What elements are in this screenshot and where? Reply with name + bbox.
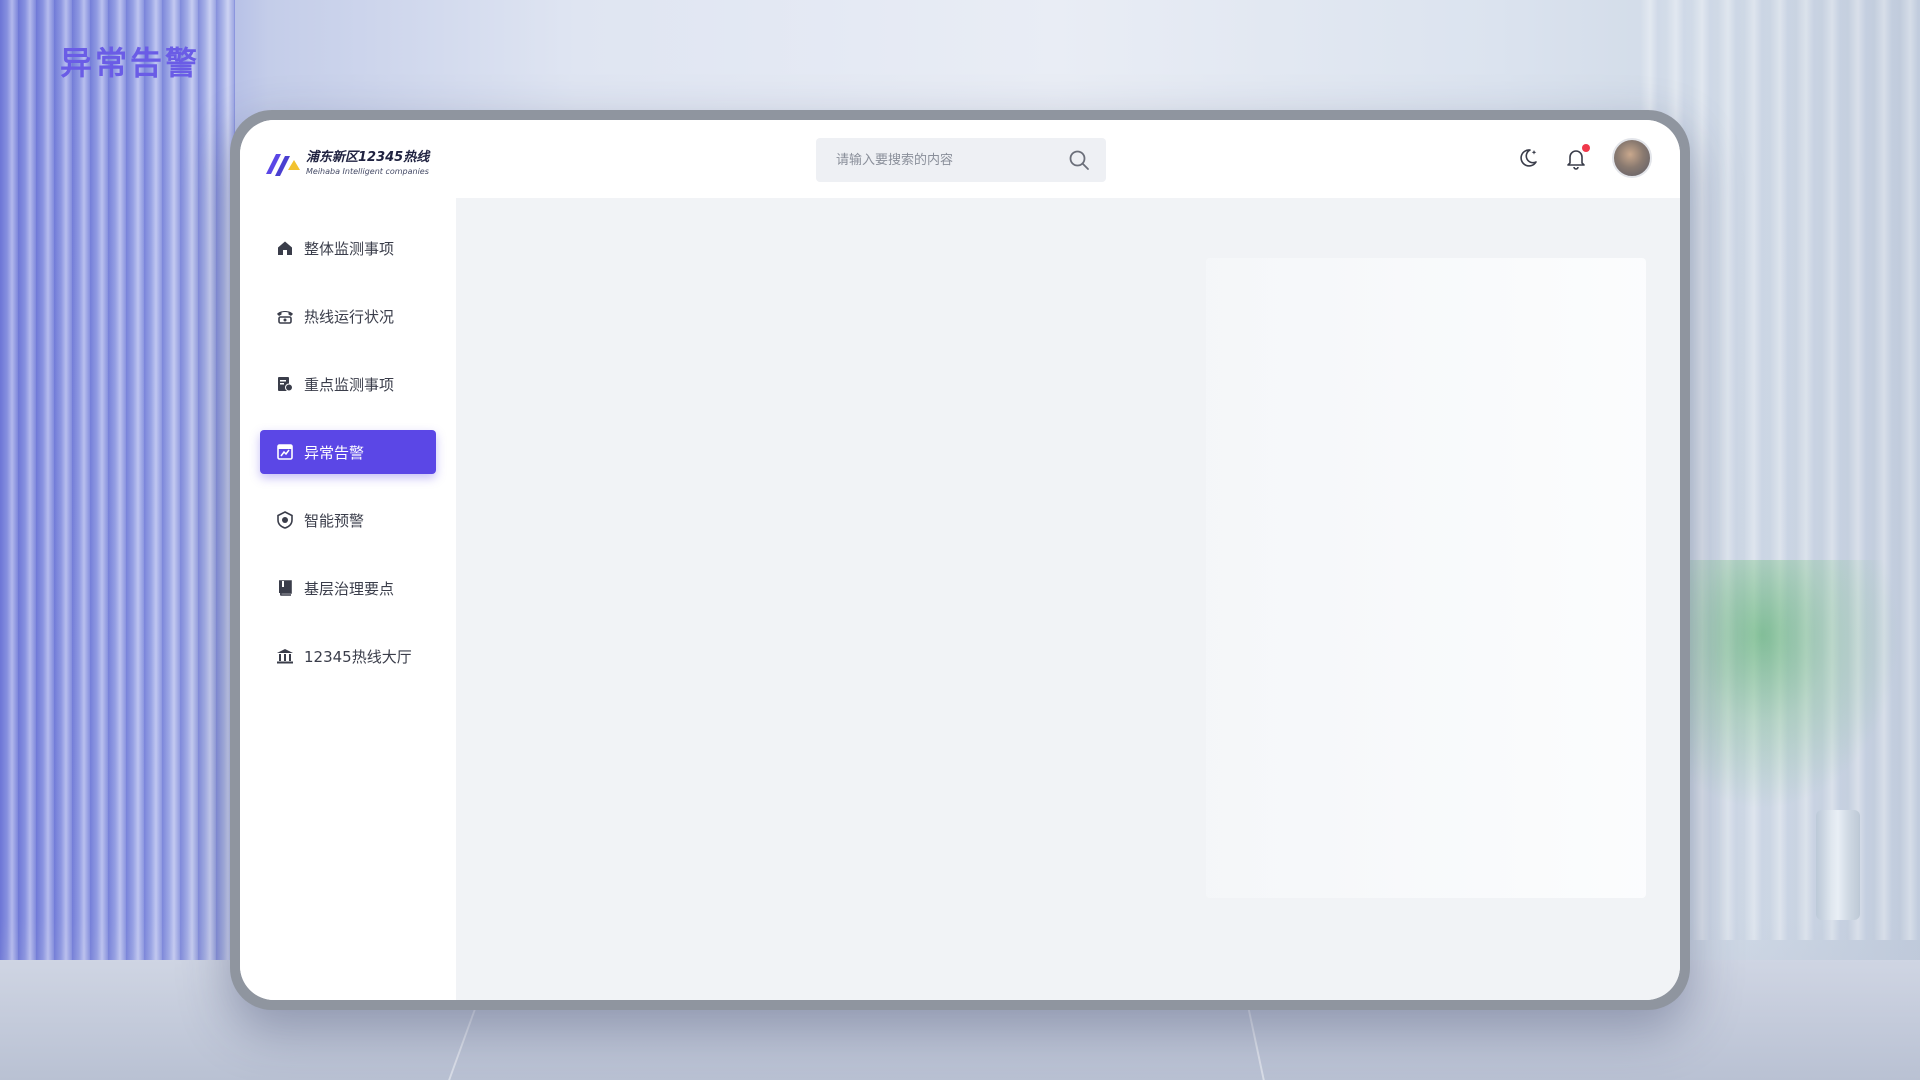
top-bar: 浦东新区12345热线 Meihaba Intelligent companie…	[240, 120, 1680, 198]
sidebar-item-overall-monitoring[interactable]: 整体监测事项	[260, 226, 436, 270]
sidebar-item-label: 热线运行状况	[304, 307, 395, 326]
dark-mode-moon-icon[interactable]	[1516, 146, 1540, 170]
sidebar-item-label: 基层治理要点	[304, 579, 395, 598]
sidebar-item-label: 12345热线大厅	[304, 647, 412, 666]
sidebar-item-label: 智能预警	[304, 511, 365, 530]
search-box	[816, 138, 1106, 182]
sidebar-item-grassroots-governance[interactable]: 基层治理要点	[260, 566, 436, 610]
search-input[interactable]	[834, 151, 1058, 169]
sidebar-item-smart-warning[interactable]: 智能预警	[260, 498, 436, 542]
sidebar-item-label: 重点监测事项	[304, 375, 395, 394]
alert-report-icon	[276, 443, 294, 461]
book-icon	[276, 579, 294, 597]
sidebar-item-label: 异常告警	[304, 443, 365, 462]
shield-eye-icon	[276, 511, 294, 529]
search-icon[interactable]	[1068, 149, 1090, 171]
background-vase	[1816, 810, 1860, 920]
app-subtitle: Meihaba Intelligent companies	[306, 167, 429, 176]
logo-mark-icon	[264, 148, 302, 180]
sidebar-item-label: 整体监测事项	[304, 239, 395, 258]
sidebar: 整体监测事项 热线运行状况 重点监测事项 异常告警 智能预警 基层治理要点 12…	[240, 198, 456, 1000]
user-avatar[interactable]	[1612, 138, 1652, 178]
app-logo[interactable]: 浦东新区12345热线 Meihaba Intelligent companie…	[264, 148, 429, 180]
bank-icon	[276, 647, 294, 665]
sidebar-item-abnormal-alarm[interactable]: 异常告警	[260, 430, 436, 474]
background-curtain-left	[0, 0, 235, 965]
home-icon	[276, 239, 294, 257]
main-content-area	[456, 198, 1680, 1000]
notification-badge	[1582, 144, 1590, 152]
page-heading: 异常告警	[60, 44, 201, 82]
device-frame: 浦东新区12345热线 Meihaba Intelligent companie…	[230, 110, 1690, 1010]
app-screen: 浦东新区12345热线 Meihaba Intelligent companie…	[240, 120, 1680, 1000]
phone-icon	[276, 307, 294, 325]
bell-icon[interactable]	[1564, 144, 1590, 170]
sidebar-item-hotline-status[interactable]: 热线运行状况	[260, 294, 436, 338]
background-plant	[1670, 560, 1900, 810]
content-panel	[1206, 258, 1646, 898]
sidebar-item-key-monitoring[interactable]: 重点监测事项	[260, 362, 436, 406]
document-chart-icon	[276, 375, 294, 393]
sidebar-item-hotline-hall[interactable]: 12345热线大厅	[260, 634, 436, 678]
app-title: 浦东新区12345热线	[306, 150, 430, 165]
